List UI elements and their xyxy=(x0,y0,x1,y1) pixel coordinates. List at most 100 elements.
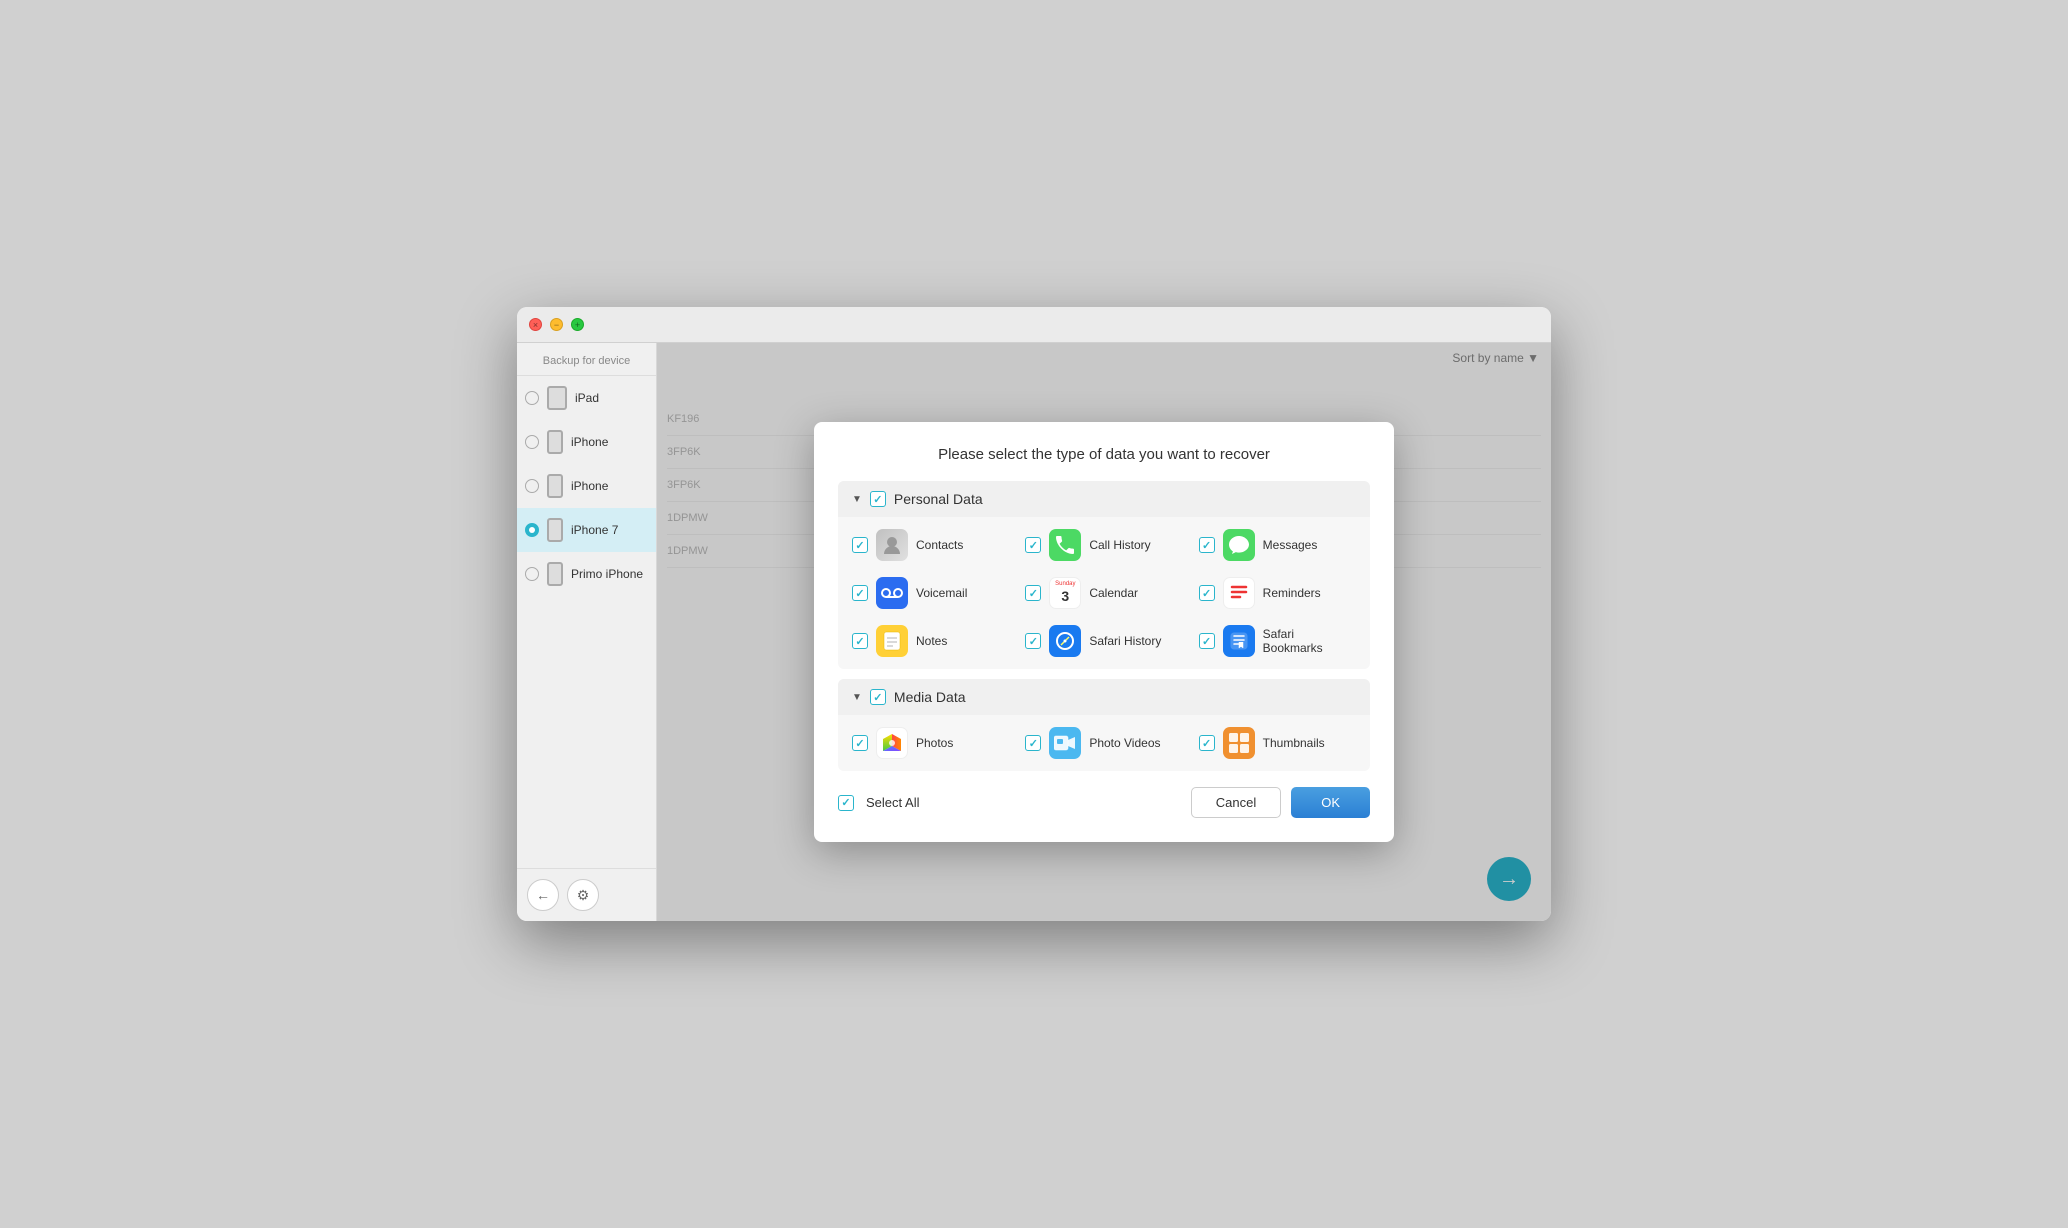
device-label-iphone7: iPhone 7 xyxy=(571,523,618,537)
media-data-section: ▼ Media Data xyxy=(838,679,1370,771)
close-button[interactable]: × xyxy=(529,318,542,331)
thumbnails-item: Thumbnails xyxy=(1199,727,1356,759)
safari-bookmarks-checkbox[interactable] xyxy=(1199,633,1215,649)
calendar-checkbox[interactable] xyxy=(1025,585,1041,601)
dialog-buttons: Cancel OK xyxy=(1191,787,1370,818)
messages-label: Messages xyxy=(1263,538,1318,552)
call-history-checkbox[interactable] xyxy=(1025,537,1041,553)
device-item-iphone2[interactable]: iPhone xyxy=(517,464,656,508)
safari-bookmarks-icon xyxy=(1223,625,1255,657)
device-label-iphone1: iPhone xyxy=(571,435,608,449)
phone-icon-1 xyxy=(547,430,563,454)
personal-data-items: Contacts Call History xyxy=(838,517,1370,669)
reminders-icon xyxy=(1223,577,1255,609)
main-area: Sort by name ▼ KF196 3FP6K 3FP6K 1DPMW 1… xyxy=(657,343,1551,921)
select-all-label: Select All xyxy=(866,795,919,810)
contacts-checkbox[interactable] xyxy=(852,537,868,553)
phone-icon-4 xyxy=(547,562,563,586)
personal-data-section: ▼ Personal Data xyxy=(838,481,1370,669)
dialog-title: Please select the type of data you want … xyxy=(838,446,1370,463)
thumbnails-label: Thumbnails xyxy=(1263,736,1325,750)
photos-checkbox[interactable] xyxy=(852,735,868,751)
back-button[interactable]: ← xyxy=(527,879,559,911)
media-data-header: ▼ Media Data xyxy=(838,679,1370,715)
calendar-label: Calendar xyxy=(1089,586,1138,600)
call-history-icon xyxy=(1049,529,1081,561)
personal-arrow-icon: ▼ xyxy=(852,494,862,505)
ok-button[interactable]: OK xyxy=(1291,787,1370,818)
tablet-icon xyxy=(547,386,567,410)
messages-checkbox[interactable] xyxy=(1199,537,1215,553)
photo-videos-item: Photo Videos xyxy=(1025,727,1182,759)
select-all-checkbox[interactable] xyxy=(838,795,854,811)
device-item-primo[interactable]: Primo iPhone xyxy=(517,552,656,596)
device-list: iPad iPhone iPhone iPho xyxy=(517,376,656,868)
voicemail-item: Voicemail xyxy=(852,577,1009,609)
voicemail-icon xyxy=(876,577,908,609)
thumbnails-checkbox[interactable] xyxy=(1199,735,1215,751)
device-radio-iphone1[interactable] xyxy=(525,435,539,449)
reminders-item: Reminders xyxy=(1199,577,1356,609)
contacts-icon xyxy=(876,529,908,561)
device-radio-ipad[interactable] xyxy=(525,391,539,405)
contacts-label: Contacts xyxy=(916,538,963,552)
reminders-label: Reminders xyxy=(1263,586,1321,600)
calendar-icon: Sunday 3 xyxy=(1049,577,1081,609)
personal-data-title: Personal Data xyxy=(894,491,983,507)
voicemail-label: Voicemail xyxy=(916,586,967,600)
personal-data-checkbox[interactable] xyxy=(870,491,886,507)
device-item-iphone7[interactable]: iPhone 7 xyxy=(517,508,656,552)
cancel-button[interactable]: Cancel xyxy=(1191,787,1281,818)
main-window: × − + Backup for device iPad xyxy=(517,307,1551,921)
device-label-primo: Primo iPhone xyxy=(571,567,643,581)
calendar-item: Sunday 3 Calendar xyxy=(1025,577,1182,609)
titlebar: × − + xyxy=(517,307,1551,343)
dialog: Please select the type of data you want … xyxy=(814,422,1394,842)
device-radio-iphone2[interactable] xyxy=(525,479,539,493)
photo-videos-checkbox[interactable] xyxy=(1025,735,1041,751)
dialog-footer: Select All Cancel OK xyxy=(838,787,1370,818)
device-item-ipad[interactable]: iPad xyxy=(517,376,656,420)
photo-videos-icon xyxy=(1049,727,1081,759)
media-data-items: Photos xyxy=(838,715,1370,771)
device-radio-primo[interactable] xyxy=(525,567,539,581)
media-data-title: Media Data xyxy=(894,689,966,705)
thumbnails-icon xyxy=(1223,727,1255,759)
voicemail-checkbox[interactable] xyxy=(852,585,868,601)
reminders-checkbox[interactable] xyxy=(1199,585,1215,601)
device-label-iphone2: iPhone xyxy=(571,479,608,493)
personal-data-header: ▼ Personal Data xyxy=(838,481,1370,517)
contacts-item: Contacts xyxy=(852,529,1009,561)
safari-history-label: Safari History xyxy=(1089,634,1161,648)
window-content: Backup for device iPad iPhone xyxy=(517,343,1551,921)
notes-item: Notes xyxy=(852,625,1009,657)
device-radio-iphone7[interactable] xyxy=(525,523,539,537)
call-history-label: Call History xyxy=(1089,538,1150,552)
safari-history-icon xyxy=(1049,625,1081,657)
maximize-button[interactable]: + xyxy=(571,318,584,331)
device-item-iphone1[interactable]: iPhone xyxy=(517,420,656,464)
notes-label: Notes xyxy=(916,634,947,648)
photos-icon xyxy=(876,727,908,759)
photos-item: Photos xyxy=(852,727,1009,759)
photos-label: Photos xyxy=(916,736,953,750)
sidebar: Backup for device iPad iPhone xyxy=(517,343,657,921)
device-label-ipad: iPad xyxy=(575,391,599,405)
dialog-overlay: Please select the type of data you want … xyxy=(657,343,1551,921)
messages-item: Messages xyxy=(1199,529,1356,561)
media-arrow-icon: ▼ xyxy=(852,692,862,703)
call-history-item: Call History xyxy=(1025,529,1182,561)
sidebar-header: Backup for device xyxy=(517,343,656,376)
safari-bookmarks-item: Safari Bookmarks xyxy=(1199,625,1356,657)
notes-checkbox[interactable] xyxy=(852,633,868,649)
sidebar-footer: ← ⚙ xyxy=(517,868,656,921)
safari-history-item: Safari History xyxy=(1025,625,1182,657)
minimize-button[interactable]: − xyxy=(550,318,563,331)
photo-videos-label: Photo Videos xyxy=(1089,736,1160,750)
messages-icon xyxy=(1223,529,1255,561)
safari-history-checkbox[interactable] xyxy=(1025,633,1041,649)
safari-bookmarks-label: Safari Bookmarks xyxy=(1263,627,1356,655)
settings-button[interactable]: ⚙ xyxy=(567,879,599,911)
media-data-checkbox[interactable] xyxy=(870,689,886,705)
phone-icon-3 xyxy=(547,518,563,542)
